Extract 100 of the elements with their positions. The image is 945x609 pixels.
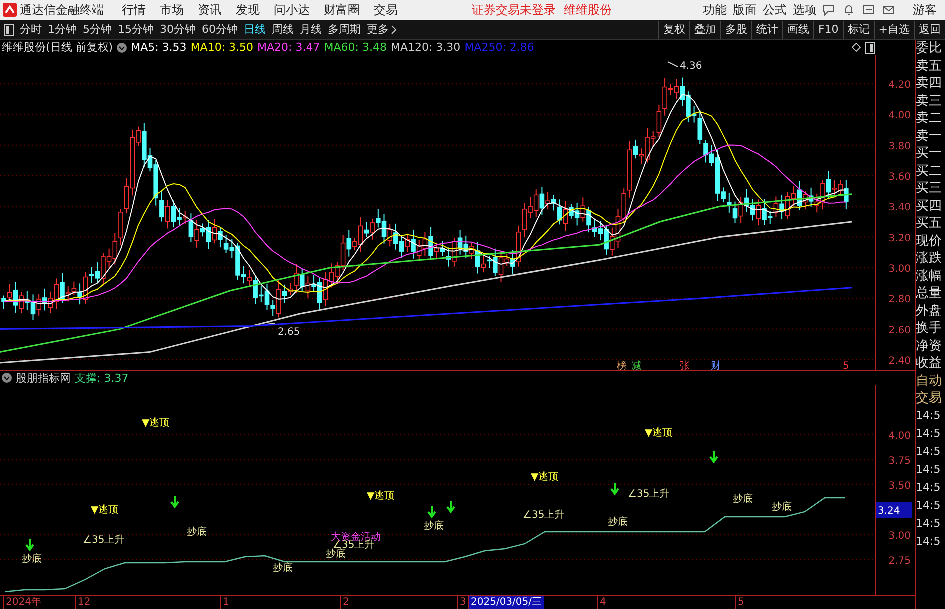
toolbar-item[interactable]: 功能 <box>703 2 727 18</box>
panel-toggle-icon[interactable] <box>4 24 14 36</box>
signal-label: ∠35上升 <box>523 510 565 521</box>
toolbar-item[interactable]: 公式 <box>763 2 787 18</box>
quote-label: 买三 <box>916 180 943 198</box>
bell-icon[interactable] <box>843 4 855 16</box>
signal-label: 抄底 <box>326 549 346 560</box>
event-tag[interactable]: 张 <box>680 361 690 370</box>
quote-label: 买一 <box>916 145 943 162</box>
chart-title: 维维股份(日线 前复权) <box>2 40 114 55</box>
diamond-icon[interactable] <box>852 43 861 52</box>
period-tab[interactable]: 5分钟 <box>83 22 112 37</box>
caret-icon <box>391 24 397 34</box>
menu-item[interactable]: 财富圈 <box>324 2 360 18</box>
quote-label: 外盘 <box>916 302 943 320</box>
signal-label: 抄底 <box>22 554 42 565</box>
trade-time: 14:5 <box>916 516 942 532</box>
axis-label: 2.80 <box>888 294 911 306</box>
menu-item[interactable]: 问小达 <box>274 2 310 18</box>
user-name[interactable]: 游客 <box>913 2 937 18</box>
quote-label: 买二 <box>916 162 943 180</box>
axis-label: 2.75 <box>888 556 911 567</box>
quote-label: 涨跌 <box>916 250 943 268</box>
menu-item[interactable]: 资讯 <box>198 2 222 18</box>
event-tag[interactable]: 榜 <box>617 361 627 370</box>
menu-item[interactable]: 市场 <box>160 2 184 18</box>
moving-average-label: MA20: 3.47 <box>258 41 320 54</box>
support-value: 支撑: 3.37 <box>75 370 129 386</box>
toolbar-item[interactable]: 版面 <box>733 2 757 18</box>
period-tab[interactable]: 月线 <box>300 22 322 37</box>
period-tab[interactable]: 周线 <box>272 22 294 37</box>
quote-label: 买四 <box>916 198 943 215</box>
panel-toggle-icon[interactable] <box>865 42 875 54</box>
signal-label: ∠35上升 <box>83 535 125 546</box>
axis-label: 2.60 <box>888 325 911 336</box>
menu-item[interactable]: 行情 <box>122 2 146 18</box>
moving-average-label: MA5: 3.53 <box>131 41 187 54</box>
quote-label: 涨幅 <box>916 268 943 285</box>
period-tab[interactable]: 1分钟 <box>48 22 77 37</box>
axis-label: 3.40 <box>888 202 911 214</box>
trade-time: 14:5 <box>916 444 942 460</box>
time-axis-label: 12 <box>75 596 93 609</box>
time-axis-label: 5 <box>735 596 746 609</box>
signal-label: 抄底 <box>608 517 628 528</box>
quote-label: 卖五 <box>916 58 943 75</box>
axis-label: 3.00 <box>888 264 911 275</box>
down-arrow-icon <box>710 450 718 464</box>
trade-time: 14:5 <box>916 498 942 514</box>
trade-time: 14:5 <box>916 462 942 478</box>
time-axis-label: 2 <box>340 596 352 609</box>
down-arrow-icon <box>428 505 436 519</box>
quote-label: 委比 <box>916 40 943 58</box>
menu-item[interactable]: 发现 <box>236 2 260 18</box>
moving-average-label: MA120: 3.30 <box>390 41 461 54</box>
dropdown-icon[interactable] <box>2 373 12 383</box>
period-tab[interactable]: 30分钟 <box>160 22 196 37</box>
period-tab[interactable]: 60分钟 <box>202 22 238 37</box>
corner-mark: 5 <box>843 361 850 370</box>
axis-label: 3.60 <box>888 172 911 183</box>
window-icon[interactable] <box>863 4 875 16</box>
moving-average-label: MA250: 2.86 <box>464 41 534 54</box>
status-notice[interactable]: 证券交易未登录 <box>472 2 556 18</box>
signal-label: 抄底 <box>273 563 293 574</box>
indicator-name: 股朋指标网 <box>16 370 71 386</box>
menu-item[interactable]: 交易 <box>374 2 398 18</box>
signal-label: 抄底 <box>772 502 792 513</box>
time-axis-label: 4 <box>597 596 608 609</box>
signal-label: ▼逃顶 <box>91 505 119 516</box>
app-title: 通达信金融终端 <box>20 2 104 18</box>
status-notice[interactable]: 维维股份 <box>564 2 612 18</box>
time-axis-label: 2024年 <box>3 596 44 609</box>
trade-label[interactable]: 自动 <box>916 372 945 390</box>
dropdown-icon[interactable] <box>117 42 128 52</box>
signal-label: ▼逃顶 <box>367 491 395 502</box>
toolbar-item[interactable]: 选项 <box>793 2 817 18</box>
trade-label[interactable]: 交易 <box>916 390 945 406</box>
quote-label: 卖二 <box>916 110 943 128</box>
down-arrow-icon <box>446 500 456 514</box>
signal-label: ∠35上升 <box>628 489 670 500</box>
mail-icon[interactable] <box>883 4 895 16</box>
trade-time: 14:5 <box>916 480 942 496</box>
low-price-label: 2.65 <box>278 327 300 338</box>
leader-line <box>668 62 678 68</box>
high-price-label: 4.36 <box>680 61 702 72</box>
time-axis-label: 1 <box>220 596 232 609</box>
moving-average-label: MA60: 3.48 <box>324 41 387 54</box>
axis-label: 4.00 <box>888 110 911 122</box>
axis-label: 4.00 <box>888 431 911 442</box>
period-tab[interactable]: 15分钟 <box>118 22 154 37</box>
period-tab[interactable]: 多周期 <box>328 22 361 37</box>
chat-icon[interactable] <box>823 4 835 16</box>
current-value-tag: 3.24 <box>876 502 912 518</box>
event-tag[interactable]: 财 <box>711 361 721 370</box>
quote-label: 卖三 <box>916 92 943 110</box>
more-button[interactable]: 更多 <box>367 22 397 37</box>
axis-label: 3.75 <box>888 456 911 467</box>
axis-label: 4.20 <box>888 80 911 91</box>
period-tab[interactable]: 分时 <box>20 22 42 37</box>
signal-label: 抄底 <box>424 521 444 532</box>
period-tab[interactable]: 日线 <box>244 22 266 37</box>
